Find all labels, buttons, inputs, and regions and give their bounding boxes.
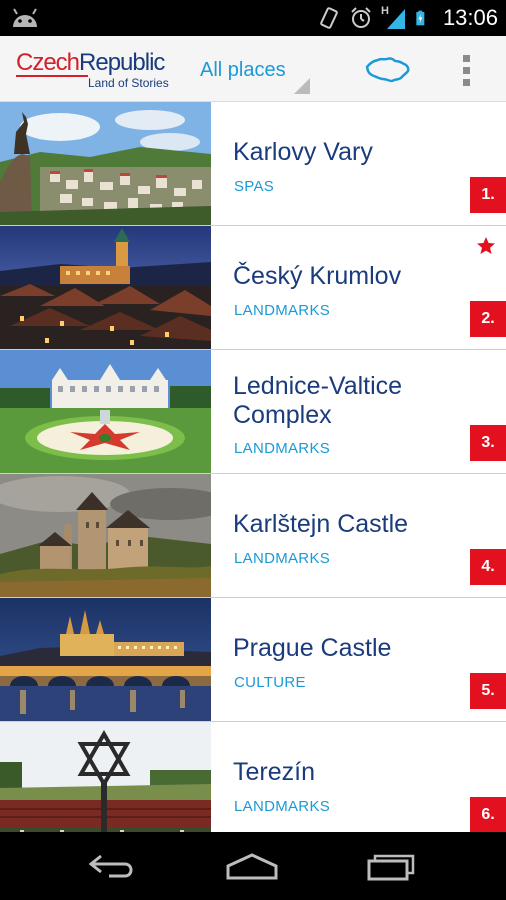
action-bar: CzechRepublic Land of Stories All places [0, 36, 506, 102]
logo-republic: Republic [79, 49, 165, 76]
rank-badge: 4. [470, 549, 506, 585]
czech-map-icon [365, 57, 410, 83]
list-item[interactable]: Lednice-Valtice Complex LANDMARKS 3. [0, 350, 506, 474]
filter-selected-value: All places [200, 59, 286, 81]
place-title: Český Krumlov [233, 262, 402, 290]
recent-apps-button[interactable] [362, 848, 422, 884]
rank-badge: 2. [470, 301, 506, 337]
home-icon [226, 853, 278, 880]
place-category: CULTURE [234, 674, 306, 691]
czech-republic-logo[interactable]: CzechRepublic Land of Stories [16, 50, 192, 94]
logo-czech: Czech [16, 49, 80, 76]
alarm-icon [351, 7, 371, 28]
list-item[interactable]: Terezín LANDMARKS 6. [0, 722, 506, 832]
place-category: LANDMARKS [234, 798, 331, 815]
place-thumbnail [0, 350, 211, 473]
place-title: Karlštejn Castle [233, 510, 409, 538]
place-thumbnail [0, 722, 211, 832]
logo-wordmark: CzechRepublic [16, 50, 192, 76]
system-navigation-bar [0, 832, 506, 900]
recent-apps-icon [367, 854, 415, 881]
battery-charging-icon [416, 10, 425, 26]
overflow-menu-button[interactable] [448, 48, 484, 92]
place-category: SPAS [234, 178, 275, 195]
place-title: Lednice-Valtice Complex [233, 372, 403, 429]
rank-badge: 3. [470, 425, 506, 461]
vibrate-icon [320, 7, 338, 29]
place-thumbnail [0, 102, 211, 225]
place-title: Prague Castle [233, 634, 392, 662]
list-item[interactable]: Karlovy Vary SPAS 1. [0, 102, 506, 226]
dropdown-corner-icon [294, 78, 310, 94]
favorite-star-icon[interactable] [476, 236, 496, 256]
place-category: LANDMARKS [234, 440, 331, 457]
place-category: LANDMARKS [234, 302, 331, 319]
signal-icon: H [381, 5, 407, 31]
menu-dot [462, 66, 470, 74]
place-category: LANDMARKS [234, 550, 331, 567]
list-item[interactable]: Český Krumlov LANDMARKS 2. [0, 226, 506, 350]
clock: 13:06 [442, 5, 498, 30]
home-button[interactable] [222, 848, 282, 884]
place-thumbnail [0, 474, 211, 597]
place-thumbnail [0, 598, 211, 721]
menu-dot [462, 78, 470, 86]
places-list[interactable]: Karlovy Vary SPAS 1. Český Krumlov LANDM… [0, 102, 506, 832]
map-button[interactable] [356, 50, 420, 90]
place-title: Karlovy Vary [233, 138, 373, 166]
logo-tagline: Land of Stories [88, 76, 169, 90]
rank-badge: 5. [470, 673, 506, 709]
rank-badge: 6. [470, 797, 506, 832]
android-icon [13, 8, 37, 27]
menu-dot [462, 54, 470, 62]
places-filter-dropdown[interactable]: All places [196, 46, 312, 96]
rank-badge: 1. [470, 177, 506, 213]
list-item[interactable]: Prague Castle CULTURE 5. [0, 598, 506, 722]
place-thumbnail [0, 226, 211, 349]
list-item[interactable]: Karlštejn Castle LANDMARKS 4. [0, 474, 506, 598]
place-title: Terezín [233, 758, 315, 786]
back-button[interactable] [82, 848, 142, 884]
back-icon [88, 854, 133, 878]
status-bar: H 13:06 [0, 0, 506, 36]
logo-underline [16, 75, 88, 77]
